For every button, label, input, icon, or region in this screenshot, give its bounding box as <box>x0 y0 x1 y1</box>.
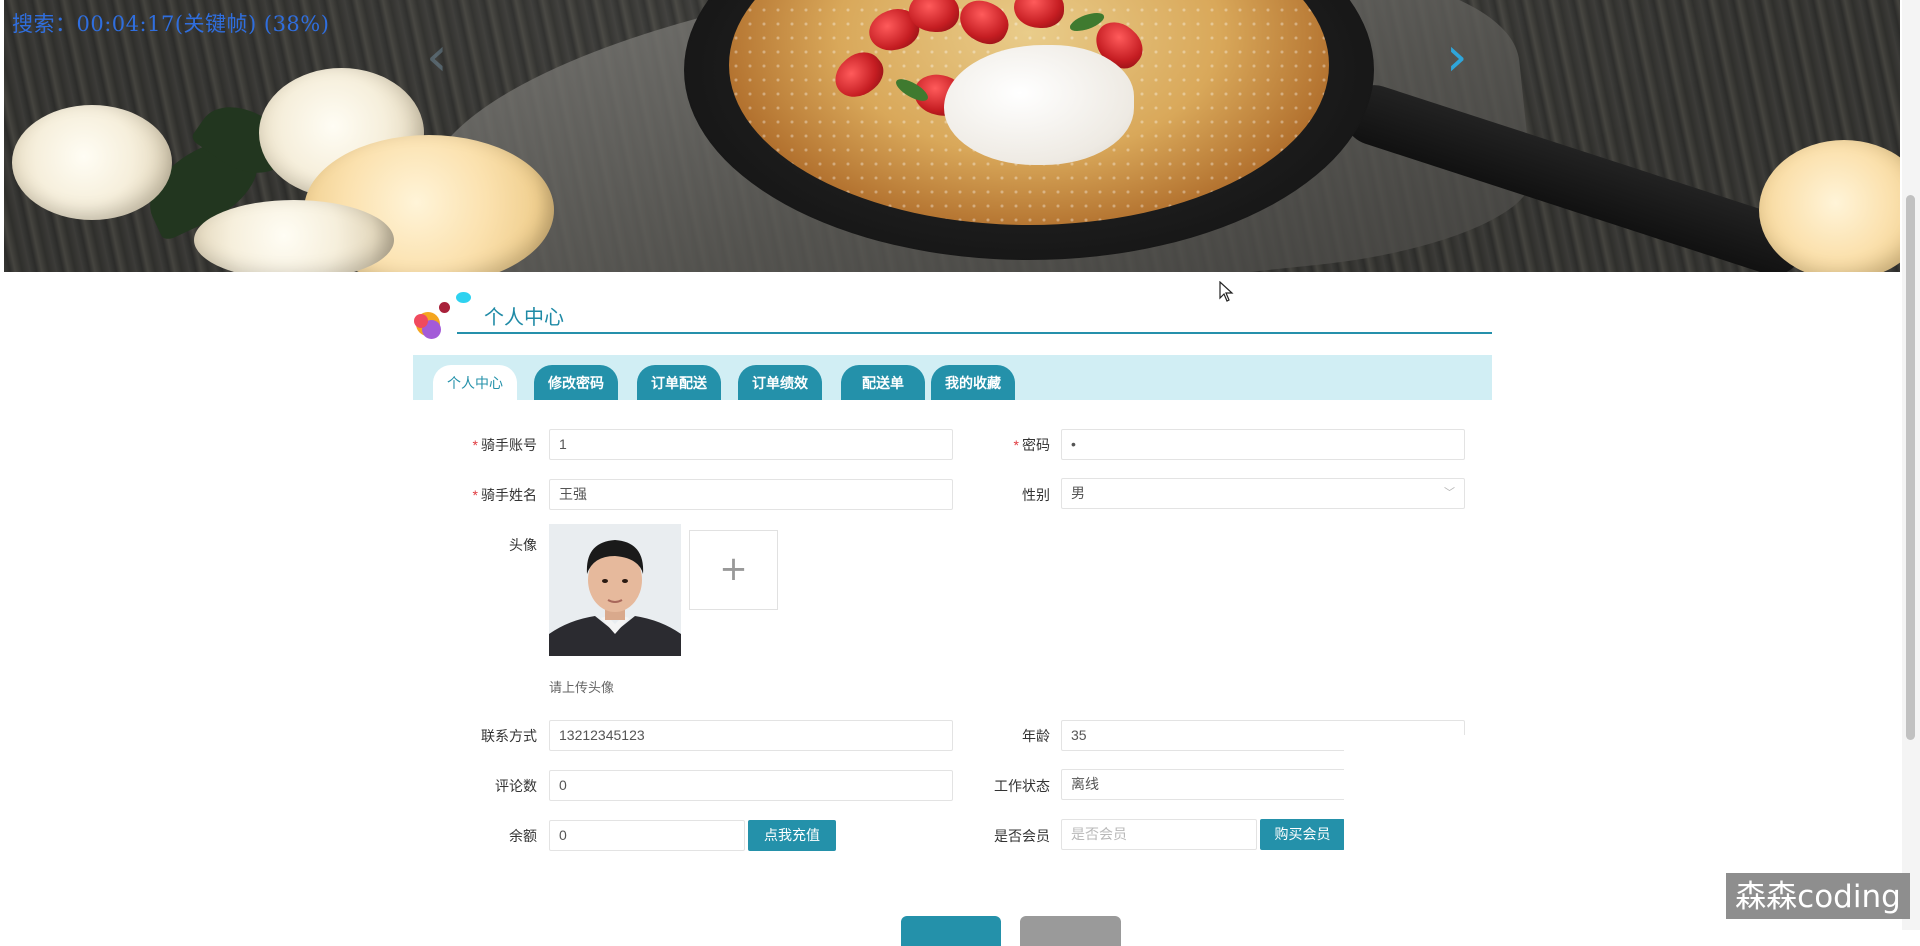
logo-dot <box>414 314 428 328</box>
member-input[interactable]: 是否会员 <box>1061 819 1257 850</box>
avatar-photo <box>549 524 681 656</box>
plus-icon: + <box>719 549 748 589</box>
account-label-text: 骑手账号 <box>481 437 537 453</box>
logo-dot <box>456 292 471 303</box>
avatar-image[interactable] <box>549 524 681 656</box>
rose <box>194 200 394 272</box>
scrollbar-thumb[interactable] <box>1906 195 1915 740</box>
chevron-down-icon: ﹀ <box>1444 487 1455 499</box>
avatar-upload-button[interactable]: + <box>689 530 778 610</box>
carousel-banner[interactable]: ‹ › <box>4 0 1900 272</box>
overlay-patch <box>1344 735 1494 930</box>
buy-membership-button[interactable]: 购买会员 <box>1260 819 1345 850</box>
password-label: * 密码 <box>929 435 1050 455</box>
watermark-label: 森森coding <box>1726 873 1910 919</box>
balance-input[interactable]: 0 <box>549 820 745 851</box>
required-mark: * <box>472 487 478 503</box>
avatar-hint: 请上传头像 <box>549 680 615 695</box>
comments-label: 评论数 <box>495 778 537 794</box>
gender-label: 性别 <box>1022 487 1050 503</box>
contact-label: 联系方式 <box>481 728 537 744</box>
rose <box>1759 140 1900 272</box>
video-caption: 搜索：00:04:17(关键帧) (38%) <box>12 12 330 36</box>
tab-delivery-list[interactable]: 配送单 <box>841 365 925 400</box>
work-status-label: 工作状态 <box>994 778 1050 794</box>
member-label: 是否会员 <box>994 828 1050 844</box>
logout-button[interactable] <box>1020 916 1121 946</box>
password-input[interactable]: • <box>1061 429 1465 460</box>
tab-bar: 个人中心 修改密码 订单配送 订单绩效 配送单 我的收藏 <box>413 355 1492 400</box>
gender-select[interactable]: 男 ﹀ <box>1061 478 1465 509</box>
logo-dot <box>439 302 450 313</box>
rose <box>12 105 172 220</box>
chevron-right-icon[interactable]: › <box>1446 30 1468 84</box>
page-scrollbar[interactable] <box>1902 0 1920 930</box>
section-header: 个人中心 <box>412 292 1492 342</box>
account-label: * 骑手账号 <box>417 435 537 455</box>
update-info-button[interactable] <box>901 916 1001 946</box>
required-mark: * <box>1013 437 1019 453</box>
avatar-label: 头像 <box>509 537 537 553</box>
tab-order-performance[interactable]: 订单绩效 <box>738 365 822 400</box>
tab-my-favorites[interactable]: 我的收藏 <box>931 365 1015 400</box>
name-input[interactable]: 王强 <box>549 479 953 510</box>
title-underline <box>457 332 1492 334</box>
banner-cream <box>944 45 1134 165</box>
name-label-text: 骑手姓名 <box>481 487 537 503</box>
tab-personal-center[interactable]: 个人中心 <box>433 365 517 400</box>
age-label: 年龄 <box>1022 728 1050 744</box>
tab-change-password[interactable]: 修改密码 <box>534 365 618 400</box>
password-label-text: 密码 <box>1022 437 1050 453</box>
gender-select-value: 男 <box>1071 485 1085 501</box>
required-mark: * <box>472 437 478 453</box>
page-title: 个人中心 <box>484 307 564 329</box>
name-label: * 骑手姓名 <box>417 485 537 505</box>
account-input[interactable]: 1 <box>549 429 953 460</box>
tab-order-delivery[interactable]: 订单配送 <box>637 365 721 400</box>
recharge-button[interactable]: 点我充值 <box>748 820 836 851</box>
comments-input[interactable]: 0 <box>549 770 953 801</box>
chevron-left-icon[interactable]: ‹ <box>426 30 448 84</box>
balance-label: 余额 <box>509 828 537 844</box>
contact-input[interactable]: 13212345123 <box>549 720 953 751</box>
